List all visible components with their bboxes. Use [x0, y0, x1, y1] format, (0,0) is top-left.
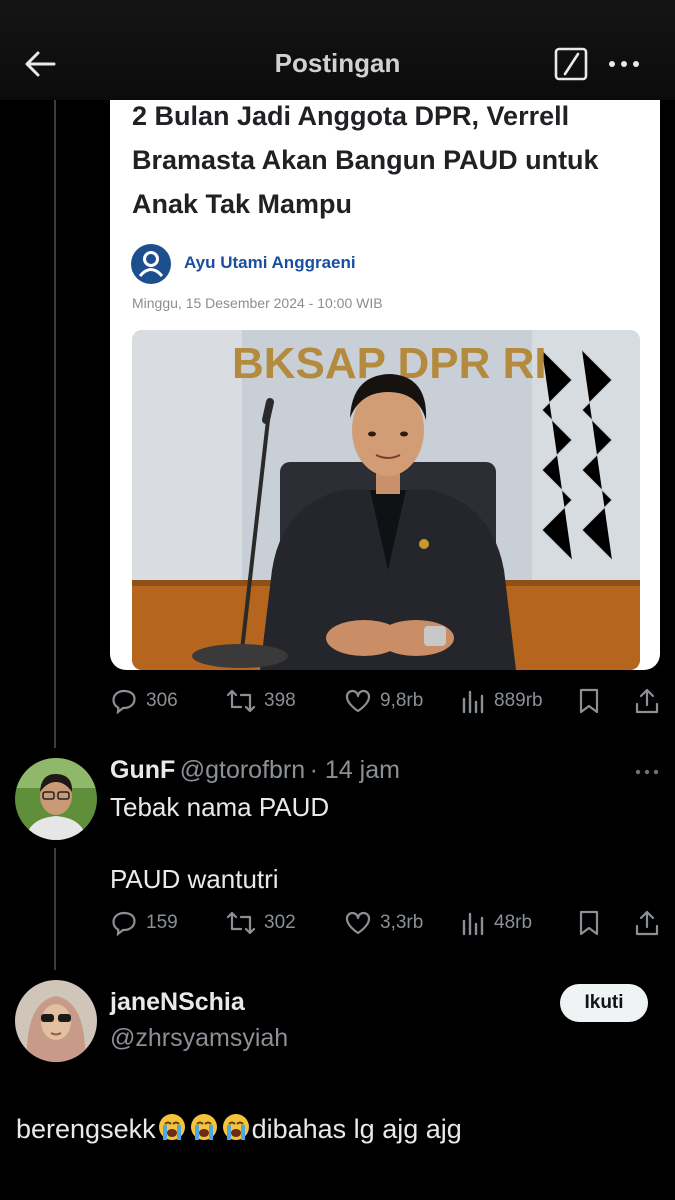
- compose-icon[interactable]: [554, 47, 588, 81]
- views-button[interactable]: 889rb: [460, 686, 543, 716]
- user-name[interactable]: janeNSchia: [110, 988, 245, 1017]
- top-bar: Postingan: [0, 0, 675, 100]
- reply-header: GunF @gtorofbrn · 14 jam: [110, 756, 400, 785]
- reply-button[interactable]: 159: [110, 908, 178, 938]
- post-action-bar: 306 398 9,8rb 889rb: [110, 686, 660, 716]
- bookmark-icon[interactable]: [576, 687, 602, 715]
- repost-button[interactable]: 398: [226, 686, 296, 716]
- reply-icon: [112, 911, 136, 937]
- crying-face-icon: [158, 1114, 185, 1140]
- thread-line: [54, 100, 56, 748]
- reply-count: 159: [146, 912, 178, 933]
- avatar-photo: [15, 758, 97, 840]
- views-icon: [462, 690, 484, 714]
- reply-count: 306: [146, 690, 178, 711]
- reply-text-line-2: PAUD wantutri: [110, 864, 279, 894]
- post-text: berengsekk dibahas lg ajg ajg: [16, 1112, 462, 1145]
- user-name[interactable]: GunF: [110, 756, 175, 784]
- user-handle[interactable]: @gtorofbrn: [180, 756, 305, 784]
- crying-face-icon: [222, 1114, 249, 1140]
- views-icon: [462, 912, 484, 936]
- thread-line: [54, 848, 56, 970]
- like-button[interactable]: 9,8rb: [344, 686, 423, 716]
- heart-icon: [345, 689, 371, 713]
- more-icon[interactable]: [634, 768, 660, 776]
- reply-text-line-1: Tebak nama PAUD: [110, 792, 330, 822]
- repost-count: 302: [264, 912, 296, 933]
- repost-icon: [226, 689, 256, 713]
- share-icon[interactable]: [634, 687, 660, 715]
- article-card[interactable]: 2 Bulan Jadi Anggota DPR, Verrell Bramas…: [110, 80, 660, 670]
- like-count: 9,8rb: [380, 690, 424, 711]
- avatar[interactable]: [15, 980, 97, 1062]
- views-button[interactable]: 48rb: [460, 908, 532, 938]
- avatar[interactable]: [15, 758, 97, 840]
- post-text-end: dibahas lg ajg ajg: [251, 1114, 462, 1144]
- article-photo[interactable]: BKSAP DPR RI: [132, 330, 640, 670]
- follow-button[interactable]: Ikuti: [560, 984, 648, 1022]
- like-button[interactable]: 3,3rb: [344, 908, 423, 938]
- reply-action-bar: 159 302 3,3rb 48rb: [110, 908, 660, 938]
- repost-count: 398: [264, 690, 296, 711]
- reply-icon: [112, 689, 136, 715]
- photo-illustration: BKSAP DPR RI: [132, 330, 640, 670]
- crying-face-icon: [190, 1114, 217, 1140]
- post-text-start: berengsekk: [16, 1114, 156, 1144]
- views-count: 889rb: [494, 690, 543, 711]
- repost-icon: [226, 911, 256, 935]
- user-handle[interactable]: @zhrsyamsyiah: [110, 1024, 288, 1053]
- repost-button[interactable]: 302: [226, 908, 296, 938]
- share-icon[interactable]: [634, 909, 660, 937]
- more-icon[interactable]: [606, 52, 642, 76]
- post-time: · 14 jam: [309, 756, 400, 784]
- avatar-photo: [15, 980, 97, 1062]
- article-author[interactable]: Ayu Utami Anggraeni: [184, 253, 356, 273]
- user-icon: [131, 244, 171, 284]
- heart-icon: [345, 911, 371, 935]
- article-date: Minggu, 15 Desember 2024 - 10:00 WIB: [132, 295, 383, 311]
- article-headline: 2 Bulan Jadi Anggota DPR, Verrell Bramas…: [132, 101, 599, 219]
- bookmark-icon[interactable]: [576, 909, 602, 937]
- reply-button[interactable]: 306: [110, 686, 178, 716]
- like-count: 3,3rb: [380, 912, 424, 933]
- views-count: 48rb: [494, 912, 533, 933]
